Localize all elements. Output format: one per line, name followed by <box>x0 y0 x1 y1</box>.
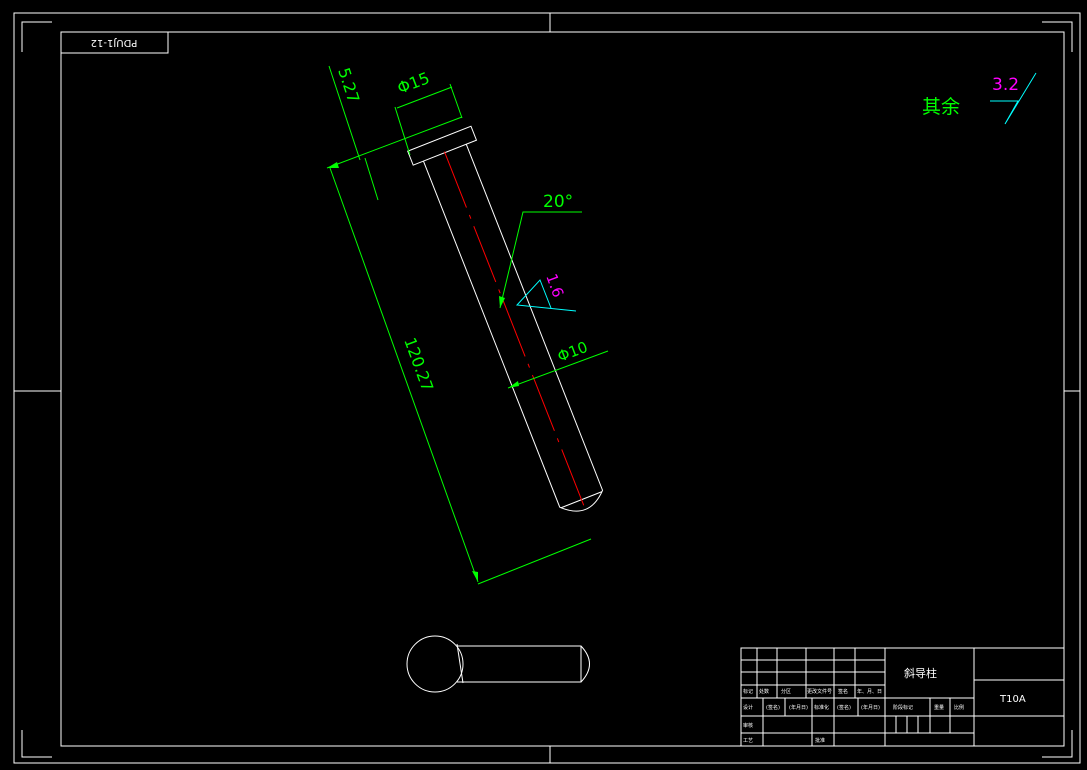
row-design-4: 标准化 <box>814 704 829 711</box>
weight-label: 重量 <box>934 704 944 711</box>
guide-pillar-main-view <box>407 125 604 513</box>
row-process: 工艺 <box>743 738 753 744</box>
dim-head-line <box>326 116 463 169</box>
pillar-head <box>407 125 478 166</box>
stage-label: 阶段标记 <box>893 704 913 711</box>
general-roughness-value: 3.2 <box>992 75 1019 95</box>
row-design-6: (年月日) <box>861 704 880 711</box>
cad-drawing-sheet: PDUJ1-12 5.27 Φ15 120.27 Φ10 20° 1.6 其余 … <box>13 12 1081 764</box>
header-label-1: 标记 <box>743 688 753 695</box>
pillar-shaft-outline <box>457 645 590 683</box>
general-roughness-note: 其余 3.2 <box>922 72 1037 125</box>
dim-head-dia-ext-1 <box>394 106 411 156</box>
sheet-frame <box>13 12 1081 764</box>
dim-head-diameter-text: Φ15 <box>395 68 433 98</box>
dim-tip-angle-text: 20° <box>543 192 573 212</box>
header-label-5: 签名 <box>838 688 848 695</box>
material: T10A <box>999 694 1026 705</box>
scale-label: 比例 <box>954 704 964 711</box>
row-design-1: 设计 <box>743 704 753 711</box>
dim-head-ext-2 <box>364 157 379 201</box>
outer-border <box>13 12 1081 764</box>
row-design-2: (签名) <box>766 704 780 711</box>
part-name: 斜导柱 <box>904 666 937 680</box>
header-label-2: 处数 <box>759 688 769 695</box>
general-roughness-label: 其余 <box>922 96 960 118</box>
shaft-roughness-symbol: 1.6 <box>515 271 577 312</box>
header-label-3: 分区 <box>781 688 791 695</box>
corner-mark-tr <box>1042 21 1073 52</box>
guide-pillar-side-view <box>406 635 590 693</box>
row-approve: 批准 <box>815 737 825 744</box>
row-design-3: (年月日) <box>789 704 808 711</box>
dim-shaft-diameter-text: Φ10 <box>555 338 590 366</box>
dim-head-dia-ext-2 <box>449 83 463 119</box>
dim-head-length-text: 5.27 <box>334 65 363 105</box>
drawing-number-box: PDUJ1-12 <box>60 31 169 54</box>
drawing-number: PDUJ1-12 <box>91 37 138 48</box>
corner-mark-tl <box>21 21 52 52</box>
corner-mark-bl <box>21 730 52 758</box>
header-label-4: 更改文件号 <box>807 688 832 695</box>
dim-total-length-text: 120.27 <box>400 335 437 394</box>
corner-mark-br <box>1042 730 1073 758</box>
row-review: 审核 <box>743 722 753 729</box>
row-design-5: (签名) <box>837 704 851 711</box>
dim-total-ext <box>477 538 592 585</box>
header-label-6: 年、月、日 <box>857 688 882 695</box>
pillar-head-circle <box>406 635 464 693</box>
dim-total-line <box>329 167 479 583</box>
